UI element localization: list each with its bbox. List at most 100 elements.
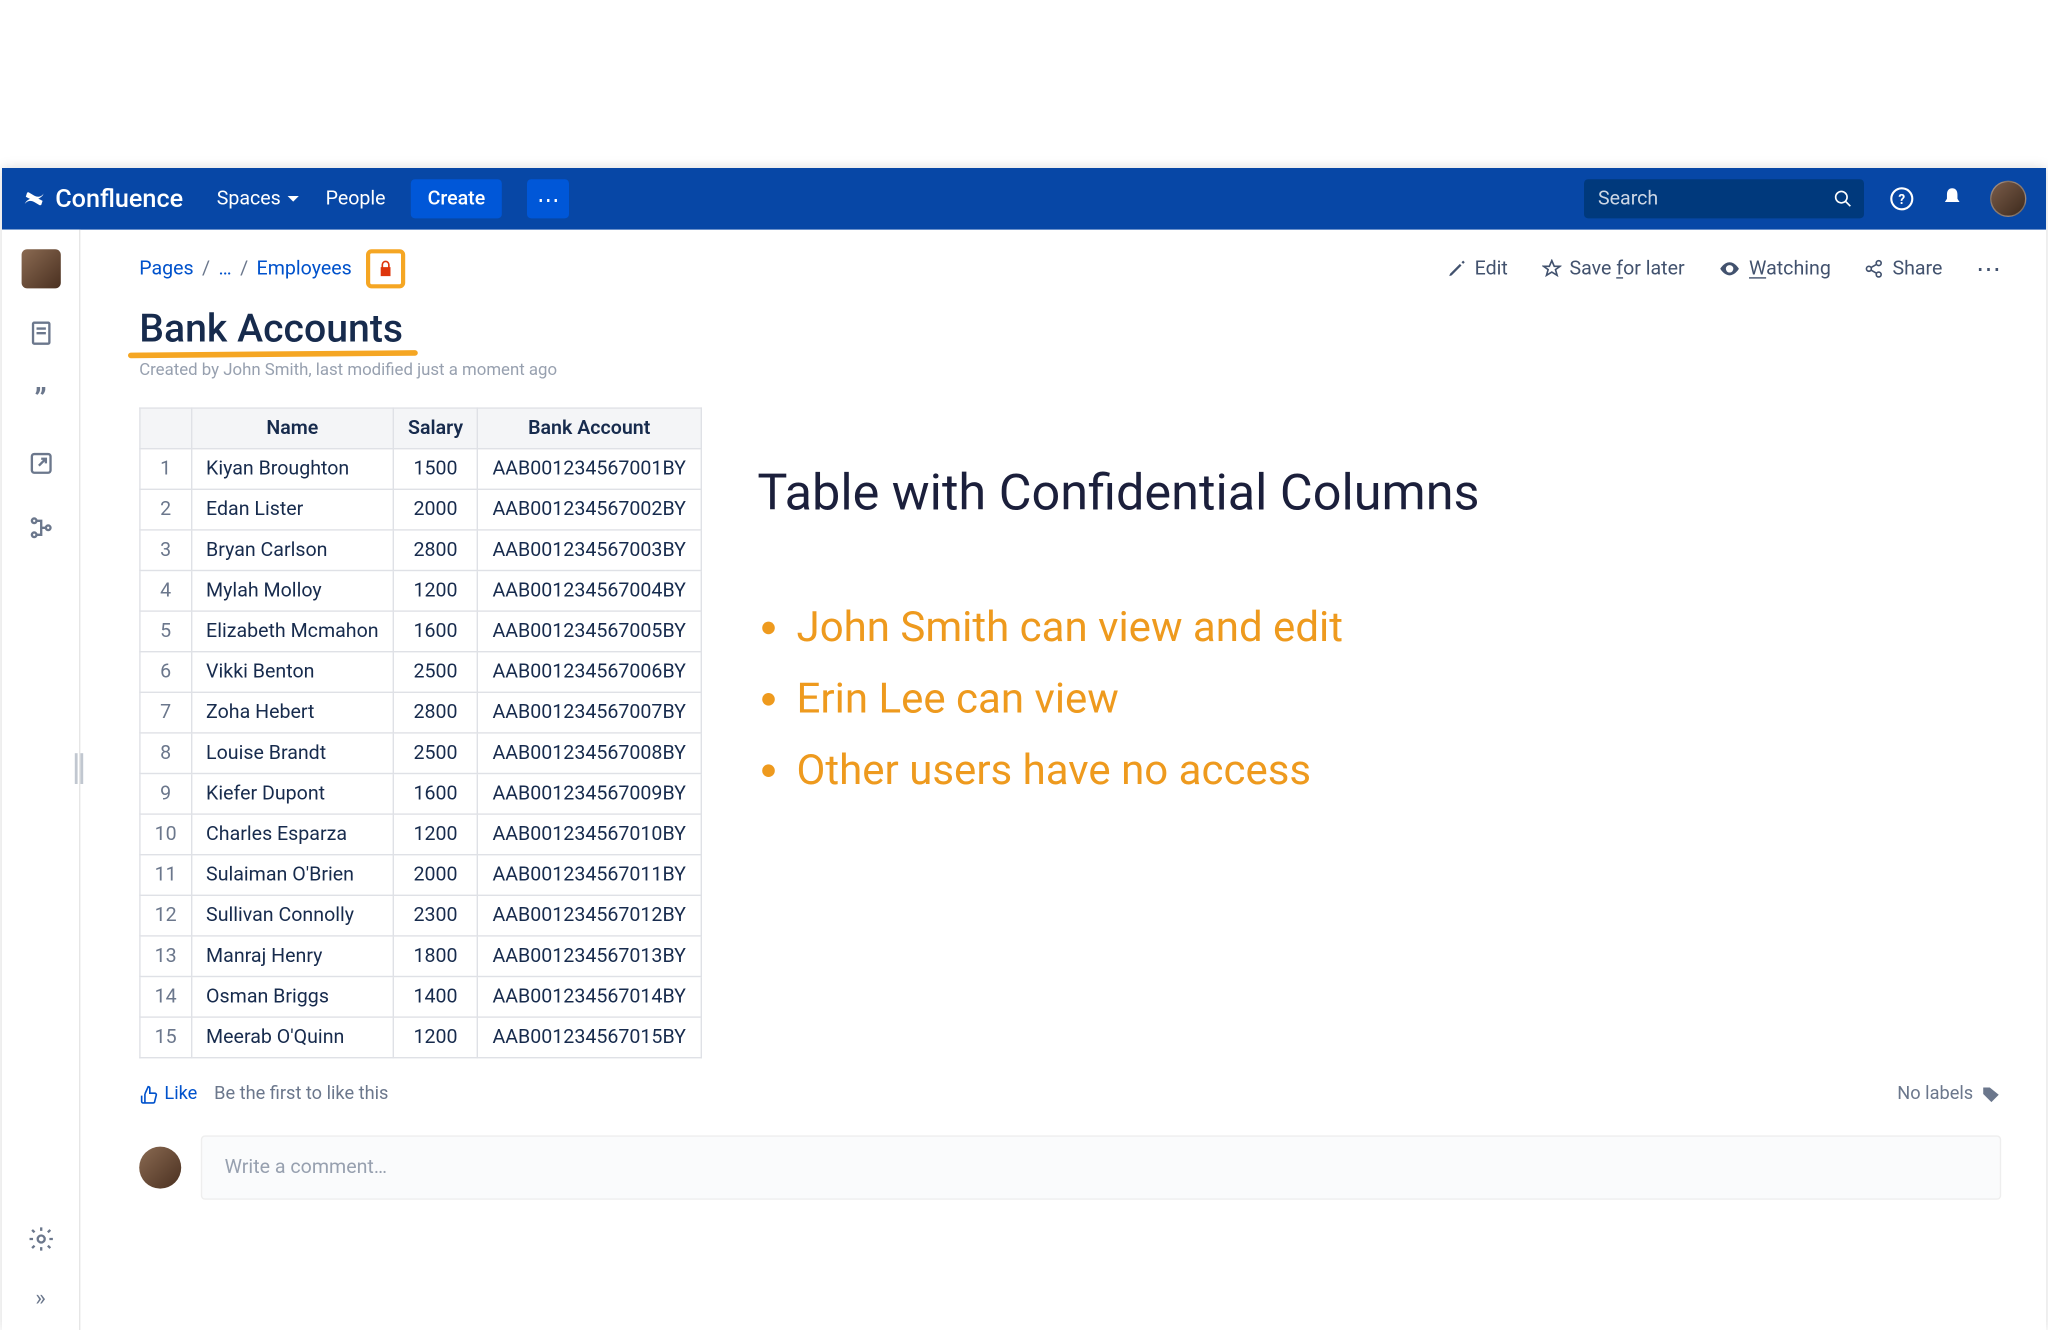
labels-area[interactable]: No labels: [1897, 1084, 2001, 1105]
page-meta: Created by John Smith, last modified jus…: [139, 360, 2001, 380]
create-button[interactable]: Create: [411, 179, 502, 218]
more-menu-button[interactable]: ⋯: [527, 179, 569, 218]
lock-icon: [376, 259, 396, 279]
page-more-button[interactable]: ⋯: [1976, 254, 2001, 283]
user-avatar[interactable]: [1990, 181, 2026, 217]
cell-account: AAB001234567011BY: [478, 855, 701, 896]
cell-account: AAB001234567012BY: [478, 895, 701, 936]
table-row: 11Sulaiman O'Brien2000AAB001234567011BY: [140, 855, 701, 896]
cell-rownum: 11: [140, 855, 191, 896]
title-highlight: [128, 350, 417, 358]
share-button[interactable]: Share: [1864, 258, 1942, 280]
cell-account: AAB001234567013BY: [478, 936, 701, 977]
annotation-bullet: Other users have no access: [797, 735, 2002, 806]
nav-people[interactable]: People: [326, 188, 386, 210]
cell-salary: 2000: [393, 855, 477, 896]
cell-name: Sulaiman O'Brien: [191, 855, 393, 896]
notifications-icon[interactable]: [1940, 186, 1965, 211]
cell-account: AAB001234567002BY: [478, 489, 701, 530]
cell-account: AAB001234567008BY: [478, 733, 701, 774]
cell-salary: 2000: [393, 489, 477, 530]
col-rownum: [140, 408, 191, 449]
cell-rownum: 6: [140, 652, 191, 693]
save-for-later-button[interactable]: Save for later: [1541, 258, 1684, 280]
svg-text:?: ?: [1898, 192, 1905, 208]
cell-salary: 1200: [393, 1017, 477, 1058]
table-row: 8Louise Brandt2500AAB001234567008BY: [140, 733, 701, 774]
table-row: 7Zoha Hebert2800AAB001234567007BY: [140, 692, 701, 733]
cell-salary: 1600: [393, 774, 477, 815]
nav-spaces[interactable]: Spaces: [217, 188, 301, 210]
page-title: Bank Accounts: [139, 305, 403, 351]
cell-salary: 1200: [393, 814, 477, 855]
cell-name: Osman Briggs: [191, 977, 393, 1018]
cell-salary: 1800: [393, 936, 477, 977]
expand-icon[interactable]: »: [35, 1284, 46, 1311]
space-avatar[interactable]: [21, 249, 60, 288]
cell-rownum: 2: [140, 489, 191, 530]
table-row: 14Osman Briggs1400AAB001234567014BY: [140, 977, 701, 1018]
breadcrumb-employees[interactable]: Employees: [257, 258, 352, 280]
table-row: 13Manraj Henry1800AAB001234567013BY: [140, 936, 701, 977]
like-button[interactable]: Like: [139, 1084, 197, 1105]
cell-rownum: 4: [140, 571, 191, 612]
pencil-icon: [1447, 259, 1467, 279]
col-account: Bank Account: [478, 408, 701, 449]
cell-rownum: 5: [140, 611, 191, 652]
cell-account: AAB001234567004BY: [478, 571, 701, 612]
table-row: 2Edan Lister2000AAB001234567002BY: [140, 489, 701, 530]
annotation-bullet: John Smith can view and edit: [797, 592, 2002, 663]
cell-salary: 2800: [393, 530, 477, 571]
cell-name: Manraj Henry: [191, 936, 393, 977]
breadcrumb-pages[interactable]: Pages: [139, 258, 193, 280]
cell-name: Zoha Hebert: [191, 692, 393, 733]
eye-icon: [1718, 258, 1740, 280]
watching-button[interactable]: Watching: [1718, 258, 1831, 280]
table-row: 9Kiefer Dupont1600AAB001234567009BY: [140, 774, 701, 815]
cell-rownum: 8: [140, 733, 191, 774]
table-row: 5Elizabeth Mcmahon1600AAB001234567005BY: [140, 611, 701, 652]
table-row: 12Sullivan Connolly2300AAB001234567012BY: [140, 895, 701, 936]
cell-account: AAB001234567005BY: [478, 611, 701, 652]
table-row: 4Mylah Molloy1200AAB001234567004BY: [140, 571, 701, 612]
cell-name: Bryan Carlson: [191, 530, 393, 571]
page-icon[interactable]: [27, 319, 55, 353]
search-icon: [1833, 189, 1853, 209]
cell-rownum: 12: [140, 895, 191, 936]
star-icon: [1541, 259, 1561, 279]
annotation-panel: Table with Confidential Columns John Smi…: [757, 407, 2001, 1058]
cell-salary: 2800: [393, 692, 477, 733]
quote-icon[interactable]: ”: [34, 384, 47, 419]
cell-salary: 1600: [393, 611, 477, 652]
tree-icon[interactable]: [27, 514, 55, 548]
cell-rownum: 9: [140, 774, 191, 815]
tag-icon: [1982, 1084, 2002, 1104]
cell-rownum: 13: [140, 936, 191, 977]
accounts-table: Name Salary Bank Account 1Kiyan Broughto…: [139, 407, 701, 1058]
shortcut-icon[interactable]: [27, 449, 55, 483]
cell-name: Kiyan Broughton: [191, 449, 393, 490]
table-row: 1Kiyan Broughton1500AAB001234567001BY: [140, 449, 701, 490]
edit-button[interactable]: Edit: [1447, 258, 1508, 280]
cell-account: AAB001234567014BY: [478, 977, 701, 1018]
cell-salary: 2500: [393, 652, 477, 693]
annotation-list: John Smith can view and editErin Lee can…: [757, 592, 2001, 806]
search-input[interactable]: [1584, 179, 1864, 218]
cell-name: Kiefer Dupont: [191, 774, 393, 815]
top-navbar: Confluence Spaces People Create ⋯ ?: [2, 168, 2046, 230]
confluence-icon: [22, 186, 47, 211]
cell-name: Mylah Molloy: [191, 571, 393, 612]
comment-input[interactable]: Write a comment…: [201, 1135, 2001, 1199]
comment-avatar: [139, 1147, 181, 1189]
cell-name: Meerab O'Quinn: [191, 1017, 393, 1058]
cell-name: Louise Brandt: [191, 733, 393, 774]
breadcrumb-ellipsis[interactable]: …: [219, 258, 232, 280]
app-logo[interactable]: Confluence: [22, 184, 184, 213]
table-row: 6Vikki Benton2500AAB001234567006BY: [140, 652, 701, 693]
restrictions-lock-highlight[interactable]: [366, 249, 405, 288]
table-row: 10Charles Esparza1200AAB001234567010BY: [140, 814, 701, 855]
cell-account: AAB001234567001BY: [478, 449, 701, 490]
help-icon[interactable]: ?: [1889, 186, 1914, 211]
like-prompt: Be the first to like this: [214, 1084, 388, 1105]
settings-icon[interactable]: [27, 1225, 55, 1259]
